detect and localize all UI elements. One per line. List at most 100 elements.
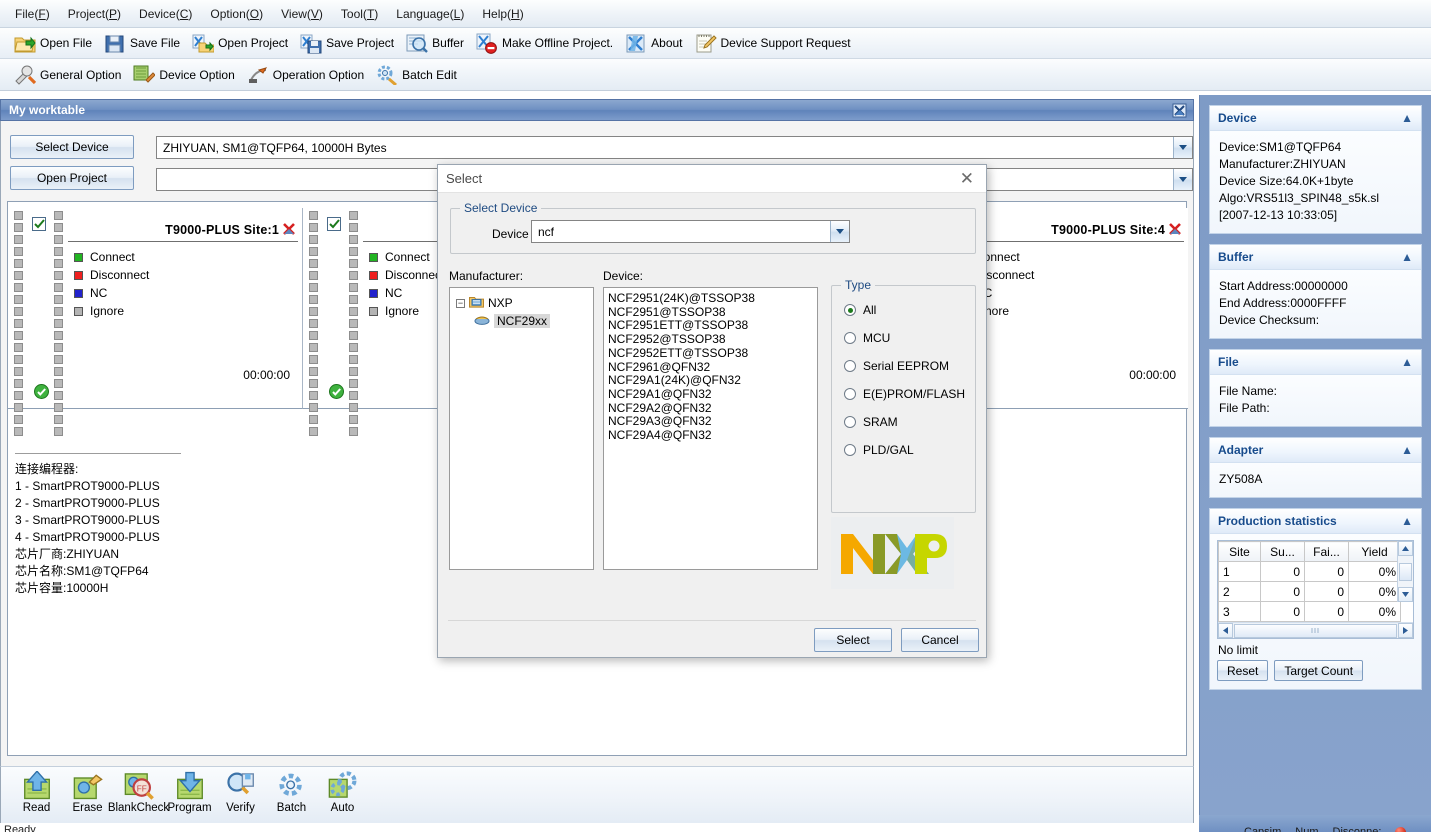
scrollbar-thumb[interactable] — [1399, 562, 1412, 581]
toolbar-button-general-option[interactable]: General Option — [8, 62, 127, 88]
device-listbox[interactable]: NCF2951(24K)@TSSOP38 NCF2951@TSSOP38 NCF29… — [603, 287, 818, 570]
toolbar-button-about[interactable]: About — [619, 30, 688, 56]
type-radio-e-e-prom-flash[interactable]: E(E)PROM/FLASH — [832, 380, 975, 408]
scroll-left-icon[interactable] — [1218, 623, 1233, 638]
menu-language[interactable]: Language(L) — [387, 3, 473, 25]
menu-tool[interactable]: Tool(T) — [332, 3, 387, 25]
cell-fail: 0 — [1304, 581, 1349, 602]
radio-icon[interactable] — [844, 360, 856, 372]
dialog-cancel-button[interactable]: Cancel — [901, 628, 979, 652]
type-radio-pld-gal[interactable]: PLD/GAL — [832, 436, 975, 464]
toolbar-button-save-file[interactable]: Save File — [98, 30, 186, 56]
chevron-up-icon[interactable]: ▲︎ — [1401, 515, 1413, 527]
tree-node-ncf29xx[interactable]: NCF29xx — [450, 312, 593, 330]
scroll-down-icon[interactable] — [1398, 587, 1413, 602]
panel-header[interactable]: Device ▲︎ — [1210, 106, 1421, 131]
type-radio-sram[interactable]: SRAM — [832, 408, 975, 436]
type-radio-label: PLD/GAL — [863, 443, 914, 457]
toolbar-button-save-project[interactable]: Save Project — [294, 30, 400, 56]
scroll-up-icon[interactable] — [1398, 541, 1413, 556]
menu-option[interactable]: Option(O) — [201, 3, 272, 25]
device-list-item[interactable]: NCF2961@QFN32 — [604, 360, 817, 375]
radio-icon[interactable] — [844, 444, 856, 456]
reset-button[interactable]: Reset — [1217, 660, 1269, 681]
type-radio-serial-eeprom[interactable]: Serial EEPROM — [832, 352, 975, 380]
panel-header[interactable]: Buffer ▲︎ — [1210, 245, 1421, 270]
menu-view[interactable]: View(V) — [272, 3, 332, 25]
operation-verify-button[interactable]: Verify — [215, 771, 266, 814]
table-row[interactable]: 3 0 0 0% — [1218, 601, 1401, 622]
worktable-close-icon[interactable] — [1171, 102, 1189, 119]
table-row[interactable]: 2 0 0 0% — [1218, 581, 1401, 602]
table-row[interactable]: 1 0 0 0% — [1218, 561, 1401, 582]
site-disconnect-icon[interactable] — [1168, 223, 1182, 237]
target-count-button[interactable]: Target Count — [1274, 660, 1364, 681]
manufacturer-label: Manufacturer: — [449, 269, 524, 283]
operation-batch-button[interactable]: Batch — [266, 771, 317, 814]
radio-icon[interactable] — [844, 416, 856, 428]
device-list-item[interactable]: NCF29A2@QFN32 — [604, 401, 817, 416]
operation-auto-button[interactable]: Auto — [317, 771, 368, 814]
radio-icon[interactable] — [844, 304, 856, 316]
toolbar-button-open-project[interactable]: Open Project — [186, 30, 294, 56]
device-list-item[interactable]: NCF29A3@QFN32 — [604, 415, 817, 429]
site-panel-1[interactable]: T9000-PLUS Site:1 Connect Disconnect NC Igno… — [8, 208, 303, 436]
notepad-pencil-icon — [695, 33, 717, 54]
type-radio-mcu[interactable]: MCU — [832, 324, 975, 352]
device-list-item[interactable]: NCF29A1(24K)@QFN32 — [604, 374, 817, 388]
chevron-up-icon[interactable]: ▲︎ — [1401, 356, 1413, 368]
toolbar-button-buffer[interactable]: Buffer — [400, 30, 470, 56]
statistics-hscrollbar[interactable] — [1218, 622, 1413, 638]
menu-device[interactable]: Device(C) — [130, 3, 201, 25]
chevron-up-icon[interactable]: ▲︎ — [1401, 112, 1413, 124]
chevron-down-icon[interactable] — [1173, 137, 1192, 158]
tree-node-nxp[interactable]: − NXP — [450, 294, 593, 312]
open-project-button[interactable]: Open Project — [10, 166, 134, 190]
chevron-up-icon[interactable]: ▲︎ — [1401, 251, 1413, 263]
chevron-down-icon[interactable] — [830, 221, 849, 242]
operation-blankcheck-button[interactable]: FF BlankCheck — [108, 771, 169, 814]
device-combobox[interactable]: ZHIYUAN, SM1@TQFP64, 10000H Bytes — [156, 136, 1193, 159]
operation-read-button[interactable]: Read — [11, 770, 62, 814]
select-device-button[interactable]: Select Device — [10, 135, 134, 159]
dialog-device-input[interactable]: ncf — [531, 220, 850, 243]
radio-icon[interactable] — [844, 332, 856, 344]
site-enable-checkbox[interactable] — [327, 217, 341, 231]
menu-project[interactable]: Project(P) — [59, 3, 130, 25]
device-list-item[interactable]: NCF2951ETT@TSSOP38 — [604, 319, 817, 333]
toolbar-button-device-support-request[interactable]: Device Support Request — [689, 30, 857, 56]
panel-header[interactable]: Adapter ▲︎ — [1210, 438, 1421, 463]
statistics-vscrollbar[interactable] — [1397, 541, 1413, 602]
type-radio-all[interactable]: All — [832, 296, 975, 324]
panel-header[interactable]: File ▲︎ — [1210, 350, 1421, 375]
manufacturer-tree[interactable]: − NXP NCF29xx — [449, 287, 594, 570]
toolbar-button-operation-option[interactable]: Operation Option — [241, 62, 370, 88]
scrollbar-thumb[interactable] — [1234, 623, 1397, 638]
panel-header[interactable]: Production statistics ▲︎ — [1210, 509, 1421, 534]
radio-icon[interactable] — [844, 388, 856, 400]
scroll-right-icon[interactable] — [1398, 623, 1413, 638]
toolbar-button-label: Device Option — [159, 67, 235, 82]
toolbar-button-batch-edit[interactable]: Batch Edit — [370, 62, 463, 88]
device-list-item[interactable]: NCF2952@TSSOP38 — [604, 332, 817, 347]
site-enable-checkbox[interactable] — [32, 217, 46, 231]
device-list-item[interactable]: NCF2951(24K)@TSSOP38 — [604, 291, 817, 306]
menu-file[interactable]: File(F) — [6, 3, 59, 25]
info-line: 芯片容量:10000H — [15, 581, 109, 595]
device-list-item[interactable]: NCF2952ETT@TSSOP38 — [604, 346, 817, 361]
tree-collapse-icon[interactable]: − — [456, 298, 465, 308]
operation-program-button[interactable]: Program — [164, 771, 215, 814]
device-list-item[interactable]: NCF2951@TSSOP38 — [604, 305, 817, 320]
device-list-item[interactable]: NCF29A4@QFN32 — [604, 428, 817, 443]
site-disconnect-icon[interactable] — [282, 223, 296, 237]
dialog-select-button[interactable]: Select — [814, 628, 892, 652]
operation-erase-button[interactable]: Erase — [62, 771, 113, 814]
menu-help[interactable]: Help(H) — [473, 3, 532, 25]
chevron-up-icon[interactable]: ▲︎ — [1401, 444, 1413, 456]
device-list-item[interactable]: NCF29A1@QFN32 — [604, 387, 817, 402]
chevron-down-icon[interactable] — [1173, 169, 1192, 190]
toolbar-button-make-offline-project[interactable]: Make Offline Project. — [470, 30, 619, 56]
close-icon[interactable]: ✕ — [956, 170, 978, 187]
toolbar-button-open-file[interactable]: Open File — [8, 30, 98, 56]
toolbar-button-device-option[interactable]: Device Option — [127, 62, 240, 88]
